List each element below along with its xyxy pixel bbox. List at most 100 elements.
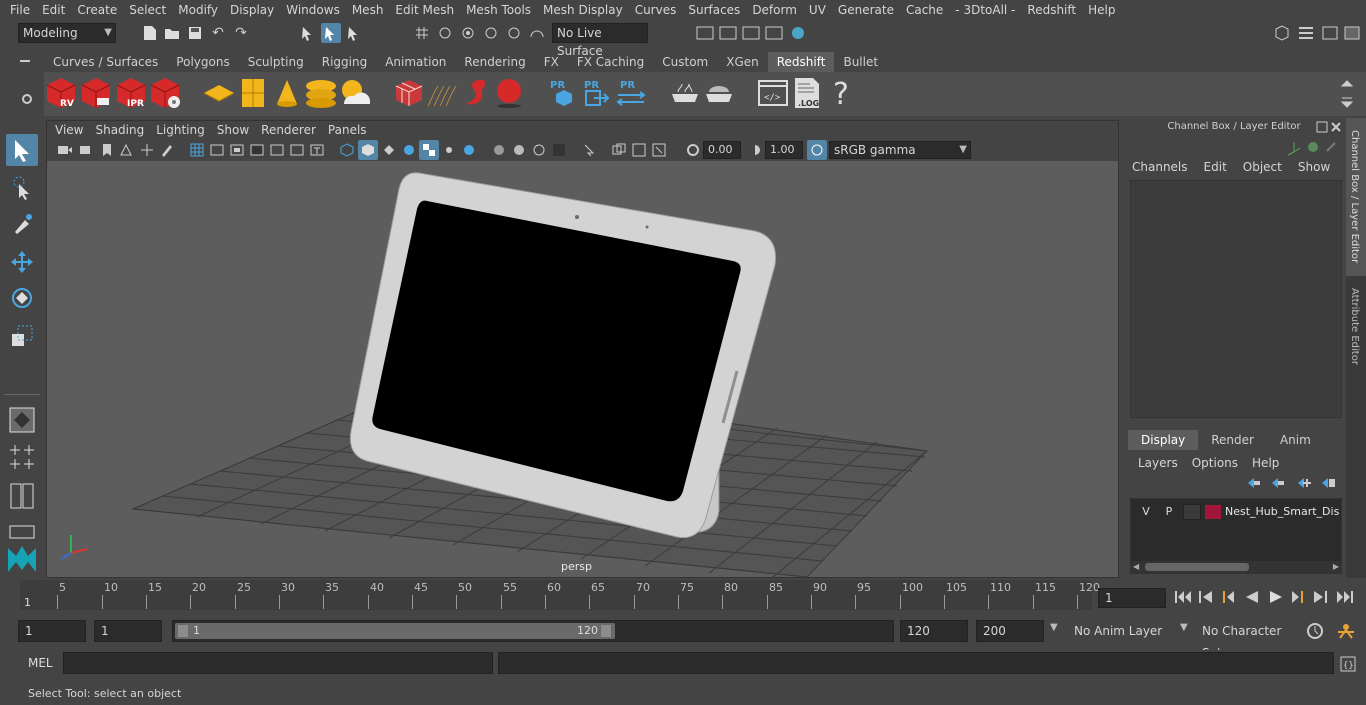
layer-row[interactable]: V P Nest_Hub_Smart_Displ [1133,503,1341,521]
anim-preferences-icon[interactable] [1336,622,1356,643]
time-ruler[interactable]: 5 10 15 20 25 30 35 40 45 50 55 60 65 70 75 80 85 90 95 100… [20,580,1100,610]
shelf-tab-rendering[interactable]: Rendering [455,52,534,72]
shelf-tab-sculpting[interactable]: Sculpting [239,52,313,72]
xray-components-icon[interactable] [629,140,649,160]
channel-menu-object[interactable]: Object [1243,160,1282,174]
redshift-ies-light-icon[interactable] [304,76,338,110]
redshift-spot-light-icon[interactable] [270,76,304,110]
layer-playback-toggle[interactable]: P [1160,503,1178,521]
color-management-icon[interactable] [807,140,827,160]
shelf-tab-fx-caching[interactable]: FX Caching [568,52,653,72]
field-chart-icon[interactable] [267,140,287,160]
current-frame-field[interactable]: 1 [1098,588,1166,608]
shelf-scroll-arrows-icon[interactable] [1340,78,1354,115]
render-settings-icon[interactable] [695,23,715,43]
redshift-render-view-icon[interactable]: RV [44,76,78,110]
ipr-render-icon[interactable] [741,23,761,43]
wireframe-icon[interactable] [337,140,357,160]
redshift-pr-export-icon[interactable]: PR [580,76,614,110]
smooth-shade-icon[interactable] [358,140,378,160]
layer-list-hscrollbar[interactable]: ◀ ▶ [1131,561,1341,573]
range-slider[interactable]: 1 120 [172,620,894,642]
auto-key-icon[interactable] [1306,622,1324,643]
new-layer-icon[interactable] [1296,476,1312,493]
menu-3dtoall[interactable]: - 3DtoAll - [949,0,1021,20]
step-forward-frame-icon[interactable] [1290,589,1306,608]
open-scene-icon[interactable] [162,23,182,43]
redshift-pr-swap-icon[interactable]: PR [614,76,648,110]
layer-menu-options[interactable]: Options [1192,456,1238,470]
workspace-icon[interactable] [1272,23,1292,43]
shelf-tab-custom[interactable]: Custom [653,52,717,72]
snap-grid-icon[interactable] [412,23,432,43]
range-start-handle[interactable] [178,625,188,637]
anti-aliasing-icon[interactable] [509,140,529,160]
play-backwards-icon[interactable] [1244,589,1260,608]
side-tab-channel-box[interactable]: Channel Box / Layer Editor [1346,118,1366,276]
redshift-log-icon[interactable]: .LOG [790,76,824,110]
layer-visibility-toggle[interactable]: V [1137,503,1155,521]
viewport-menu-renderer[interactable]: Renderer [255,123,322,137]
paint-select-tool-icon[interactable] [6,208,38,240]
shelf-tab-bullet[interactable]: Bullet [834,52,887,72]
exposure-field[interactable]: 0.00 [703,141,741,159]
image-plane-icon[interactable] [117,140,137,160]
live-surface-field[interactable]: No Live Surface [552,23,648,58]
redshift-portal-light-icon[interactable] [236,76,270,110]
command-input[interactable] [63,652,493,674]
redshift-hair-icon[interactable] [426,76,460,110]
animation-start-field[interactable]: 1 [18,620,86,642]
move-layer-up-icon[interactable] [1246,476,1262,493]
shelf-tab-redshift[interactable]: Redshift [767,52,835,72]
menu-modify[interactable]: Modify [172,0,224,20]
shelf-tab-curves-surfaces[interactable]: Curves / Surfaces [44,52,167,72]
motion-blur-icon[interactable] [489,140,509,160]
scroll-right-icon[interactable]: ▶ [1333,562,1339,571]
viewport-menu-lighting[interactable]: Lighting [150,123,211,137]
menu-create[interactable]: Create [71,0,123,20]
redshift-proxy-icon[interactable] [392,76,426,110]
redshift-render-settings-icon[interactable] [148,76,182,110]
step-back-frame-icon[interactable] [1220,589,1236,608]
redshift-pr-object-icon[interactable]: PR [546,76,580,110]
menu-windows[interactable]: Windows [280,0,346,20]
character-set-selector[interactable]: No Character Set [1196,620,1300,660]
layer-menu-help[interactable]: Help [1252,456,1279,470]
panel-layout-icon[interactable] [1296,23,1316,43]
depth-of-field-icon[interactable] [529,140,549,160]
menu-edit-mesh[interactable]: Edit Mesh [389,0,460,20]
resolution-gate-icon[interactable] [227,140,247,160]
shelf-settings-gear-icon[interactable] [20,92,34,109]
new-scene-icon[interactable] [140,23,160,43]
menu-display[interactable]: Display [224,0,280,20]
redshift-render-sequence-icon[interactable] [79,76,113,110]
menu-curves[interactable]: Curves [629,0,683,20]
layer-tab-anim[interactable]: Anim [1267,430,1324,450]
snap-vertex-icon[interactable] [527,23,547,43]
use-all-lights-icon[interactable] [419,140,439,160]
move-layer-down-icon[interactable] [1270,476,1286,493]
film-gate-icon[interactable] [207,140,227,160]
isolate-select-icon[interactable] [549,140,569,160]
bookmark-icon[interactable] [97,140,117,160]
gamma-field[interactable]: 1.00 [765,141,803,159]
xray-icon[interactable] [579,140,599,160]
viewport-3d-view[interactable]: persp [47,161,1118,577]
snap-live-icon[interactable] [504,23,524,43]
viewport-menu-shading[interactable]: Shading [89,123,150,137]
select-object-icon[interactable] [321,23,341,43]
chevron-down-icon[interactable]: ▼ [1050,622,1058,633]
shelf-tab-fx[interactable]: FX [535,52,568,72]
redshift-area-light-icon[interactable] [202,76,236,110]
script-editor-icon[interactable]: {} [1340,656,1356,675]
view-transform-selector[interactable]: sRGB gamma ▼ [829,141,971,159]
layout-quad-icon[interactable] [6,442,38,474]
menu-mesh[interactable]: Mesh [346,0,390,20]
select-hierarchy-icon[interactable] [298,23,318,43]
menu-mesh-tools[interactable]: Mesh Tools [460,0,537,20]
2d-pan-zoom-icon[interactable] [137,140,157,160]
pin-icon[interactable] [1324,140,1338,157]
render-view-icon[interactable] [764,23,784,43]
mode-selector[interactable]: Modeling ▼ [18,23,116,43]
scroll-left-icon[interactable]: ◀ [1133,562,1139,571]
